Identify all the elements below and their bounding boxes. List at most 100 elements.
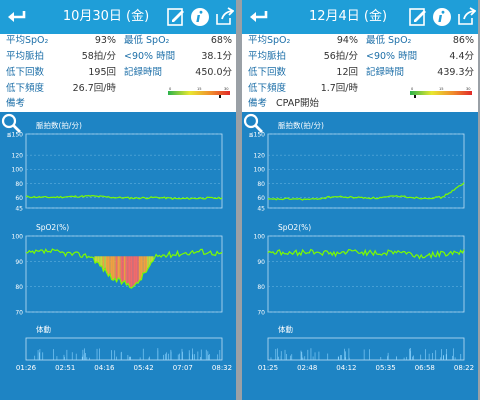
pulse-y-tick: 120 bbox=[254, 153, 266, 160]
below90-time-value: 4.4分 bbox=[449, 51, 474, 62]
x-tick-label: 06:58 bbox=[415, 364, 435, 372]
x-tick-label: 01:25 bbox=[258, 364, 278, 372]
drop-count-value: 195回 bbox=[88, 67, 116, 78]
below90-time-label: <90% 時間 bbox=[366, 51, 418, 62]
below90-time-value: 38.1分 bbox=[201, 51, 232, 62]
drop-count-label: 低下回数 bbox=[248, 67, 287, 78]
record-time-value: 450.0分 bbox=[195, 67, 232, 78]
spo2-y-tick: 90 bbox=[257, 259, 265, 266]
edit-note-icon[interactable] bbox=[166, 7, 186, 27]
spo2-y-tick: 70 bbox=[257, 310, 265, 317]
pulse-y-tick: 45 bbox=[15, 206, 23, 213]
record-time-label: 記録時間 bbox=[124, 67, 163, 78]
pulse-frame bbox=[25, 133, 223, 209]
spo2-title: SpO2(%) bbox=[278, 223, 311, 232]
avg-spo2-value: 93% bbox=[94, 35, 116, 46]
drop-frequency-label: 低下頻度 bbox=[248, 83, 287, 94]
movement-frame bbox=[267, 337, 465, 361]
share-icon[interactable] bbox=[456, 7, 476, 27]
pulse-y-tick: 80 bbox=[15, 181, 23, 188]
pulse-frame bbox=[267, 133, 465, 209]
avg-spo2-label: 平均SpO₂ bbox=[6, 35, 49, 46]
back-icon[interactable] bbox=[6, 6, 28, 28]
colorbar-tick: 15 bbox=[439, 87, 444, 91]
x-tick-label: 02:48 bbox=[297, 364, 317, 372]
pulse-series-line bbox=[25, 194, 223, 200]
edit-note-icon[interactable] bbox=[408, 7, 428, 27]
spo2-frame bbox=[25, 235, 223, 313]
drop-count-label: 低下回数 bbox=[6, 67, 45, 78]
chart-area: 脈拍数(拍/分) ≦150 120 100 80 60 45 SpO2(%) 100 90 80 70… bbox=[0, 112, 236, 400]
x-tick-label: 02:51 bbox=[55, 364, 75, 372]
spo2-y-tick: 80 bbox=[257, 284, 265, 291]
info-icon[interactable] bbox=[432, 7, 452, 27]
note-label: 備考 bbox=[248, 98, 268, 109]
colorbar-tick: 15 bbox=[197, 87, 202, 91]
drop-frequency-label: 低下頻度 bbox=[6, 83, 45, 94]
spo2-y-tick: 100 bbox=[12, 234, 24, 241]
pulse-title: 脈拍数(拍/分) bbox=[278, 120, 324, 130]
record-time-value: 439.3分 bbox=[437, 67, 474, 78]
avg-pulse-label: 平均脈拍 bbox=[248, 51, 287, 62]
share-icon[interactable] bbox=[214, 7, 234, 27]
back-icon[interactable] bbox=[248, 6, 270, 28]
min-spo2-label: 最低 SpO₂ bbox=[124, 35, 170, 46]
drop-count-value: 12回 bbox=[336, 67, 358, 78]
x-tick-label: 04:12 bbox=[336, 364, 356, 372]
x-tick-label: 08:32 bbox=[212, 364, 232, 372]
report-date: 10月30日 (金) bbox=[62, 9, 150, 24]
avg-pulse-value: 58拍/分 bbox=[81, 51, 116, 62]
note-label: 備考 bbox=[6, 98, 26, 109]
x-tick-label: 08:22 bbox=[454, 364, 474, 372]
pulse-y-tick: 60 bbox=[15, 195, 23, 202]
avg-pulse-label: 平均脈拍 bbox=[6, 51, 45, 62]
x-tick-label: 01:26 bbox=[16, 364, 37, 372]
movement-title: 体動 bbox=[278, 324, 293, 334]
pulse-y-tick: 100 bbox=[12, 167, 24, 174]
pulse-y-tick: 45 bbox=[257, 206, 265, 213]
pulse-y-tick: 80 bbox=[257, 181, 265, 188]
drop-frequency-value: 1.7回/時 bbox=[320, 83, 358, 94]
x-tick-label: 05:35 bbox=[376, 364, 396, 372]
spo2-title: SpO2(%) bbox=[36, 223, 69, 232]
colorbar-tick: 30 bbox=[466, 87, 471, 91]
info-icon[interactable] bbox=[190, 7, 210, 27]
spo2-y-tick: 90 bbox=[15, 259, 23, 266]
avg-spo2-label: 平均SpO₂ bbox=[248, 35, 291, 46]
spo2-series-line bbox=[267, 248, 465, 260]
avg-pulse-value: 56拍/分 bbox=[323, 51, 358, 62]
record-time-label: 記録時間 bbox=[366, 67, 405, 78]
header-bar: 10月30日 (金) bbox=[0, 0, 236, 34]
min-spo2-value: 68% bbox=[210, 35, 232, 46]
drop-frequency-value: 26.7回/時 bbox=[72, 83, 116, 94]
zoom-icon[interactable] bbox=[242, 112, 264, 134]
pulse-title: 脈拍数(拍/分) bbox=[36, 120, 82, 130]
spo2-y-tick: 80 bbox=[15, 284, 23, 291]
colorbar-tick: 30 bbox=[224, 87, 229, 91]
movement-title: 体動 bbox=[36, 324, 51, 334]
min-spo2-value: 86% bbox=[452, 35, 474, 46]
x-tick-label: 05:42 bbox=[134, 364, 154, 372]
x-tick-label: 07:07 bbox=[173, 364, 193, 372]
below90-time-label: <90% 時間 bbox=[124, 51, 176, 62]
colorbar-tick: 0 bbox=[411, 87, 414, 91]
report-date: 12月4日 (金) bbox=[308, 9, 388, 24]
spo2-y-tick: 100 bbox=[254, 234, 266, 241]
chart-svg: 脈拍数(拍/分)≦150120100806045SpO2(%)100908070… bbox=[7, 120, 233, 372]
report-panel-2: 12月4日 (金) 平均SpO₂ 94% 最低 SpO₂ 86% 平均脈拍 56… bbox=[242, 0, 478, 400]
pulse-y-tick: 120 bbox=[12, 153, 24, 160]
pulse-y-tick: 60 bbox=[257, 195, 265, 202]
header-bar: 12月4日 (金) bbox=[242, 0, 478, 34]
x-tick-label: 04:16 bbox=[94, 364, 115, 372]
pulse-y-tick: 100 bbox=[254, 167, 266, 174]
chart-svg: 脈拍数(拍/分)≦150120100806045SpO2(%)100908070… bbox=[249, 120, 475, 372]
spo2-series-line bbox=[25, 248, 223, 289]
zoom-icon[interactable] bbox=[0, 112, 22, 134]
colorbar-tick: 0 bbox=[169, 87, 172, 91]
summary-stats: 平均SpO₂ 93% 最低 SpO₂ 68% 平均脈拍 58拍/分 <90% 時… bbox=[0, 34, 236, 112]
report-panel-1: 10月30日 (金) 平均SpO₂ 93% 最低 SpO₂ 68% 平均脈拍 5… bbox=[0, 0, 236, 400]
avg-spo2-value: 94% bbox=[336, 35, 358, 46]
summary-stats: 平均SpO₂ 94% 最低 SpO₂ 86% 平均脈拍 56拍/分 <90% 時… bbox=[242, 34, 478, 112]
note-value: CPAP開始 bbox=[276, 98, 319, 109]
chart-area: 脈拍数(拍/分) ≦150 120 100 80 60 45 SpO2(%) 100 90 80 70… bbox=[242, 112, 478, 400]
